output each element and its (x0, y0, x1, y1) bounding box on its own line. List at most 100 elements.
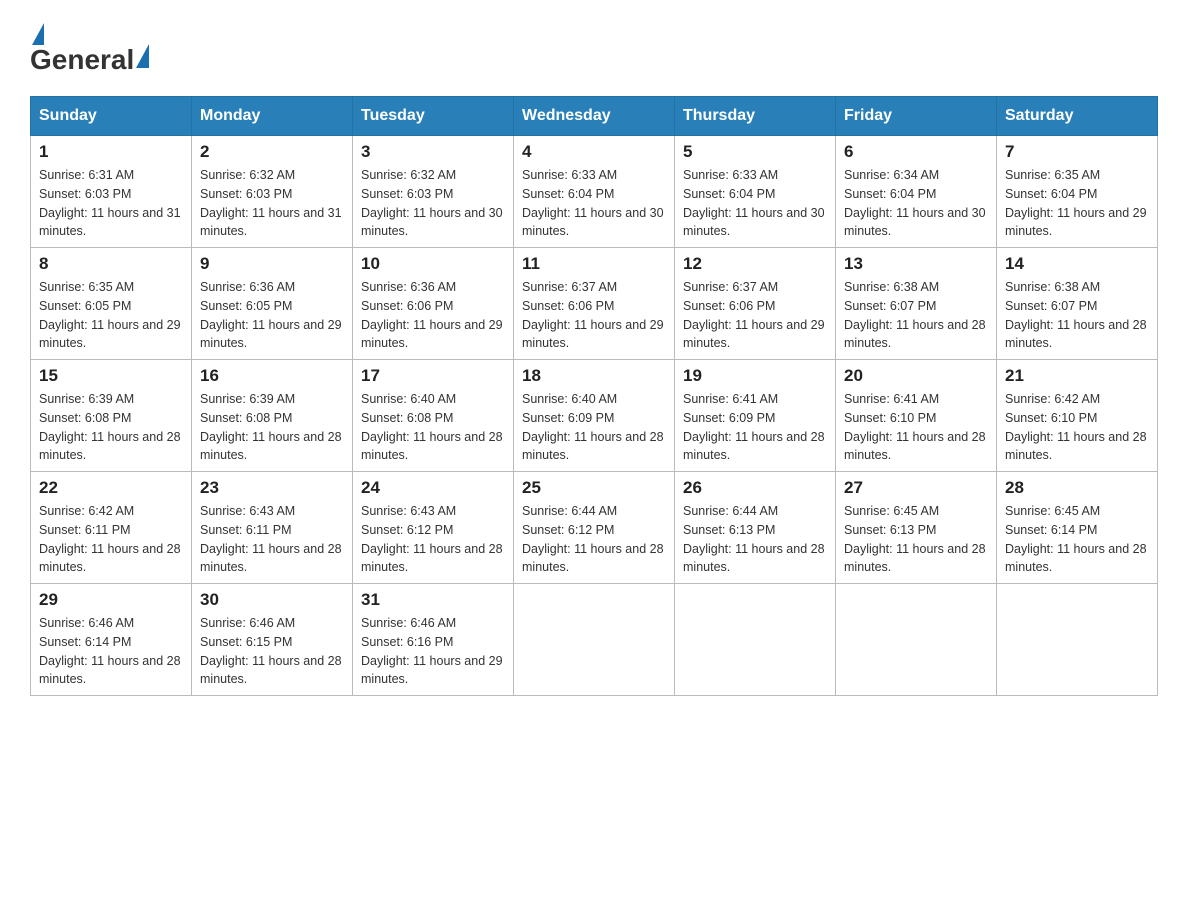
day-info: Sunrise: 6:32 AM Sunset: 6:03 PM Dayligh… (361, 166, 505, 241)
day-info: Sunrise: 6:38 AM Sunset: 6:07 PM Dayligh… (1005, 278, 1149, 353)
calendar-cell: 23 Sunrise: 6:43 AM Sunset: 6:11 PM Dayl… (192, 472, 353, 584)
day-number: 24 (361, 478, 505, 498)
week-row-4: 22 Sunrise: 6:42 AM Sunset: 6:11 PM Dayl… (31, 472, 1158, 584)
day-number: 30 (200, 590, 344, 610)
calendar-cell: 25 Sunrise: 6:44 AM Sunset: 6:12 PM Dayl… (514, 472, 675, 584)
day-info: Sunrise: 6:33 AM Sunset: 6:04 PM Dayligh… (522, 166, 666, 241)
calendar-cell: 17 Sunrise: 6:40 AM Sunset: 6:08 PM Dayl… (353, 360, 514, 472)
day-number: 5 (683, 142, 827, 162)
calendar-cell: 31 Sunrise: 6:46 AM Sunset: 6:16 PM Dayl… (353, 584, 514, 696)
calendar-cell: 1 Sunrise: 6:31 AM Sunset: 6:03 PM Dayli… (31, 136, 192, 248)
day-info: Sunrise: 6:32 AM Sunset: 6:03 PM Dayligh… (200, 166, 344, 241)
header-tuesday: Tuesday (353, 97, 514, 136)
calendar-cell: 13 Sunrise: 6:38 AM Sunset: 6:07 PM Dayl… (836, 248, 997, 360)
calendar-cell: 22 Sunrise: 6:42 AM Sunset: 6:11 PM Dayl… (31, 472, 192, 584)
calendar-cell: 16 Sunrise: 6:39 AM Sunset: 6:08 PM Dayl… (192, 360, 353, 472)
day-info: Sunrise: 6:34 AM Sunset: 6:04 PM Dayligh… (844, 166, 988, 241)
header-wednesday: Wednesday (514, 97, 675, 136)
calendar-cell: 20 Sunrise: 6:41 AM Sunset: 6:10 PM Dayl… (836, 360, 997, 472)
day-number: 18 (522, 366, 666, 386)
logo-general-2: General (30, 44, 134, 76)
day-number: 1 (39, 142, 183, 162)
calendar-cell: 14 Sunrise: 6:38 AM Sunset: 6:07 PM Dayl… (997, 248, 1158, 360)
day-number: 9 (200, 254, 344, 274)
calendar-header-row: SundayMondayTuesdayWednesdayThursdayFrid… (31, 97, 1158, 136)
calendar-cell: 18 Sunrise: 6:40 AM Sunset: 6:09 PM Dayl… (514, 360, 675, 472)
day-info: Sunrise: 6:41 AM Sunset: 6:09 PM Dayligh… (683, 390, 827, 465)
day-number: 28 (1005, 478, 1149, 498)
day-number: 21 (1005, 366, 1149, 386)
day-info: Sunrise: 6:45 AM Sunset: 6:14 PM Dayligh… (1005, 502, 1149, 577)
calendar-cell: 7 Sunrise: 6:35 AM Sunset: 6:04 PM Dayli… (997, 136, 1158, 248)
day-info: Sunrise: 6:35 AM Sunset: 6:05 PM Dayligh… (39, 278, 183, 353)
day-info: Sunrise: 6:45 AM Sunset: 6:13 PM Dayligh… (844, 502, 988, 577)
day-info: Sunrise: 6:37 AM Sunset: 6:06 PM Dayligh… (683, 278, 827, 353)
day-number: 11 (522, 254, 666, 274)
day-info: Sunrise: 6:39 AM Sunset: 6:08 PM Dayligh… (39, 390, 183, 465)
calendar-cell: 19 Sunrise: 6:41 AM Sunset: 6:09 PM Dayl… (675, 360, 836, 472)
day-info: Sunrise: 6:44 AM Sunset: 6:12 PM Dayligh… (522, 502, 666, 577)
calendar-cell: 9 Sunrise: 6:36 AM Sunset: 6:05 PM Dayli… (192, 248, 353, 360)
day-info: Sunrise: 6:36 AM Sunset: 6:05 PM Dayligh… (200, 278, 344, 353)
day-number: 7 (1005, 142, 1149, 162)
day-number: 19 (683, 366, 827, 386)
day-info: Sunrise: 6:40 AM Sunset: 6:08 PM Dayligh… (361, 390, 505, 465)
calendar-table: SundayMondayTuesdayWednesdayThursdayFrid… (30, 96, 1158, 696)
day-number: 25 (522, 478, 666, 498)
day-number: 2 (200, 142, 344, 162)
day-number: 14 (1005, 254, 1149, 274)
calendar-cell: 3 Sunrise: 6:32 AM Sunset: 6:03 PM Dayli… (353, 136, 514, 248)
week-row-3: 15 Sunrise: 6:39 AM Sunset: 6:08 PM Dayl… (31, 360, 1158, 472)
day-number: 17 (361, 366, 505, 386)
day-info: Sunrise: 6:46 AM Sunset: 6:15 PM Dayligh… (200, 614, 344, 689)
calendar-cell: 30 Sunrise: 6:46 AM Sunset: 6:15 PM Dayl… (192, 584, 353, 696)
calendar-cell: 28 Sunrise: 6:45 AM Sunset: 6:14 PM Dayl… (997, 472, 1158, 584)
calendar-cell: 4 Sunrise: 6:33 AM Sunset: 6:04 PM Dayli… (514, 136, 675, 248)
logo-triangle-icon (32, 23, 44, 45)
day-info: Sunrise: 6:36 AM Sunset: 6:06 PM Dayligh… (361, 278, 505, 353)
calendar-cell: 8 Sunrise: 6:35 AM Sunset: 6:05 PM Dayli… (31, 248, 192, 360)
header-saturday: Saturday (997, 97, 1158, 136)
calendar-cell: 15 Sunrise: 6:39 AM Sunset: 6:08 PM Dayl… (31, 360, 192, 472)
day-number: 27 (844, 478, 988, 498)
day-info: Sunrise: 6:31 AM Sunset: 6:03 PM Dayligh… (39, 166, 183, 241)
calendar-cell: 11 Sunrise: 6:37 AM Sunset: 6:06 PM Dayl… (514, 248, 675, 360)
day-number: 10 (361, 254, 505, 274)
day-info: Sunrise: 6:43 AM Sunset: 6:11 PM Dayligh… (200, 502, 344, 577)
header-monday: Monday (192, 97, 353, 136)
day-info: Sunrise: 6:42 AM Sunset: 6:11 PM Dayligh… (39, 502, 183, 577)
day-info: Sunrise: 6:37 AM Sunset: 6:06 PM Dayligh… (522, 278, 666, 353)
day-number: 23 (200, 478, 344, 498)
day-info: Sunrise: 6:43 AM Sunset: 6:12 PM Dayligh… (361, 502, 505, 577)
week-row-2: 8 Sunrise: 6:35 AM Sunset: 6:05 PM Dayli… (31, 248, 1158, 360)
day-number: 22 (39, 478, 183, 498)
calendar-cell: 6 Sunrise: 6:34 AM Sunset: 6:04 PM Dayli… (836, 136, 997, 248)
day-number: 6 (844, 142, 988, 162)
calendar-cell (836, 584, 997, 696)
calendar-cell: 26 Sunrise: 6:44 AM Sunset: 6:13 PM Dayl… (675, 472, 836, 584)
day-info: Sunrise: 6:40 AM Sunset: 6:09 PM Dayligh… (522, 390, 666, 465)
day-number: 15 (39, 366, 183, 386)
day-number: 4 (522, 142, 666, 162)
day-info: Sunrise: 6:46 AM Sunset: 6:16 PM Dayligh… (361, 614, 505, 689)
logo: General (30, 20, 151, 76)
day-info: Sunrise: 6:44 AM Sunset: 6:13 PM Dayligh… (683, 502, 827, 577)
header-thursday: Thursday (675, 97, 836, 136)
week-row-1: 1 Sunrise: 6:31 AM Sunset: 6:03 PM Dayli… (31, 136, 1158, 248)
day-info: Sunrise: 6:33 AM Sunset: 6:04 PM Dayligh… (683, 166, 827, 241)
calendar-cell (514, 584, 675, 696)
page-header: General (30, 20, 1158, 76)
calendar-cell: 27 Sunrise: 6:45 AM Sunset: 6:13 PM Dayl… (836, 472, 997, 584)
calendar-cell: 21 Sunrise: 6:42 AM Sunset: 6:10 PM Dayl… (997, 360, 1158, 472)
day-number: 3 (361, 142, 505, 162)
day-info: Sunrise: 6:46 AM Sunset: 6:14 PM Dayligh… (39, 614, 183, 689)
calendar-cell: 29 Sunrise: 6:46 AM Sunset: 6:14 PM Dayl… (31, 584, 192, 696)
calendar-cell: 10 Sunrise: 6:36 AM Sunset: 6:06 PM Dayl… (353, 248, 514, 360)
logo-arrow-icon (136, 44, 149, 68)
day-number: 31 (361, 590, 505, 610)
day-number: 13 (844, 254, 988, 274)
calendar-cell: 24 Sunrise: 6:43 AM Sunset: 6:12 PM Dayl… (353, 472, 514, 584)
calendar-cell: 5 Sunrise: 6:33 AM Sunset: 6:04 PM Dayli… (675, 136, 836, 248)
day-number: 16 (200, 366, 344, 386)
calendar-cell (997, 584, 1158, 696)
